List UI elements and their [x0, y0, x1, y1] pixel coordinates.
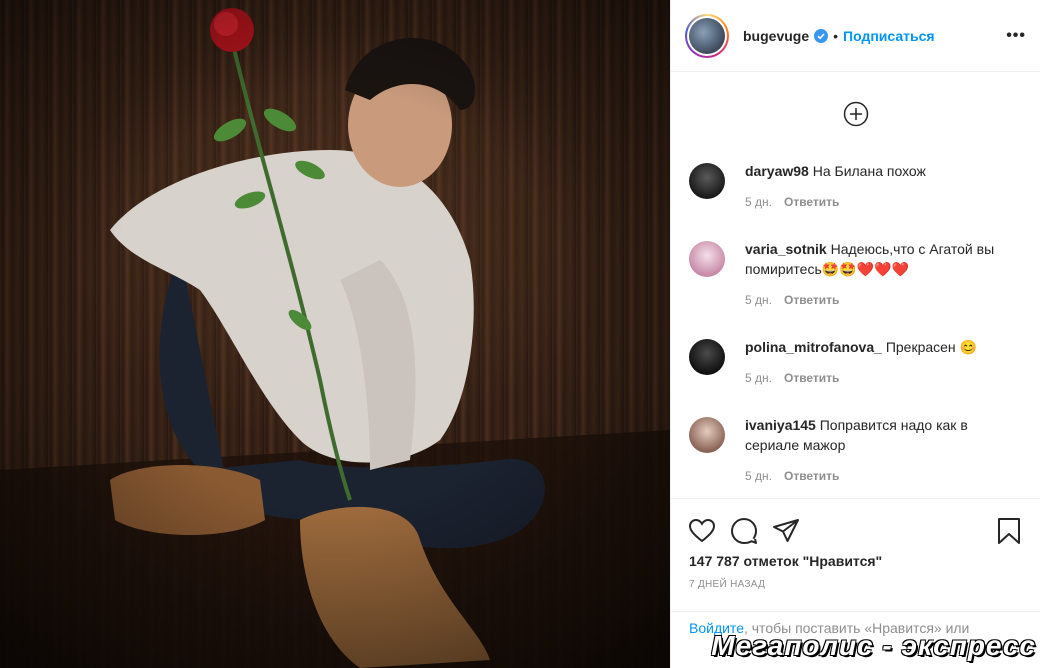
post-photo[interactable]	[0, 0, 670, 668]
more-options-icon[interactable]: •••	[1006, 27, 1026, 45]
commenter-avatar[interactable]	[689, 163, 725, 199]
verified-badge-icon	[814, 28, 829, 43]
comment-item: ivaniya145 Поправится надо как в сериале…	[671, 415, 1040, 498]
commenter-avatar[interactable]	[689, 417, 725, 453]
commenter-avatar[interactable]	[689, 339, 725, 375]
post-side-panel: bugevuge • Подписаться ••• daryaw98 На Б…	[670, 0, 1040, 668]
comment-text: На Билана похож	[812, 163, 926, 179]
author-avatar[interactable]	[685, 13, 729, 58]
comments-list[interactable]: daryaw98 На Билана похож 5 дн. Ответить v…	[671, 73, 1040, 498]
reply-button[interactable]: Ответить	[784, 195, 839, 209]
comment-time[interactable]: 5 дн.	[745, 371, 772, 385]
reply-button[interactable]: Ответить	[784, 469, 839, 483]
likes-count[interactable]: 147 787 отметок "Нравится"	[671, 553, 1040, 569]
author-avatar-image	[689, 17, 725, 54]
share-paper-plane-icon[interactable]	[771, 516, 801, 546]
comment-username[interactable]: ivaniya145	[745, 417, 816, 433]
author-username[interactable]: bugevuge	[743, 28, 809, 44]
reply-button[interactable]: Ответить	[784, 371, 839, 385]
like-heart-icon[interactable]	[687, 516, 717, 546]
comment-username[interactable]: polina_mitrofanova_	[745, 339, 882, 355]
comment-text: Прекрасен 😊	[885, 339, 977, 355]
commenter-avatar[interactable]	[689, 241, 725, 277]
comment-time[interactable]: 5 дн.	[745, 293, 772, 307]
comment-item: varia_sotnik Надеюсь,что с Агатой вы пом…	[671, 239, 1040, 337]
watermark-text: Мегаполис - экспресс	[711, 630, 1036, 661]
photo-vignette	[0, 0, 670, 668]
comment-time[interactable]: 5 дн.	[745, 195, 772, 209]
save-bookmark-icon[interactable]	[994, 516, 1024, 546]
comment-bubble-icon[interactable]	[729, 516, 759, 546]
comment-username[interactable]: daryaw98	[745, 163, 809, 179]
reply-button[interactable]: Ответить	[784, 293, 839, 307]
post-date[interactable]: 7 ДНЕЙ НАЗАД	[671, 579, 1040, 590]
separator-dot: •	[833, 27, 839, 44]
post-header: bugevuge • Подписаться •••	[671, 0, 1040, 72]
comment-username[interactable]: varia_sotnik	[745, 241, 827, 257]
comment-item: polina_mitrofanova_ Прекрасен 😊 5 дн. Отв…	[671, 337, 1040, 415]
comment-time[interactable]: 5 дн.	[745, 469, 772, 483]
load-more-comments[interactable]	[671, 73, 1040, 161]
comment-item: daryaw98 На Билана похож 5 дн. Ответить	[671, 161, 1040, 239]
action-icons	[671, 499, 1040, 551]
follow-button[interactable]: Подписаться	[843, 28, 935, 44]
plus-circle-icon[interactable]	[843, 101, 869, 127]
